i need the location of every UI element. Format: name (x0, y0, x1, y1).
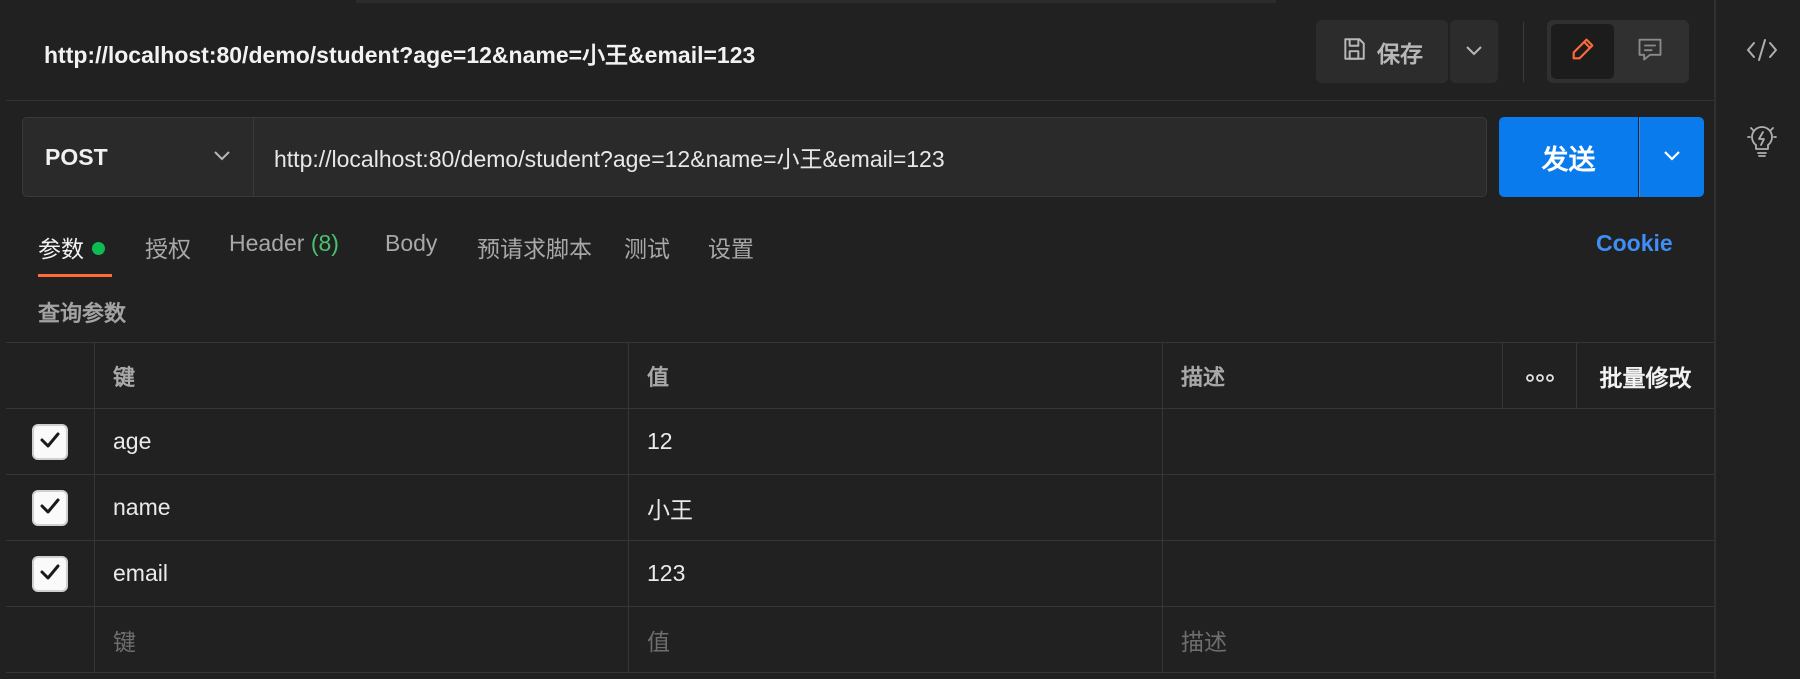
param-value[interactable]: 123 (629, 541, 1163, 606)
column-header-key: 键 (95, 343, 629, 408)
tab-header-label: Header (229, 230, 305, 256)
header-check-cell (6, 343, 95, 408)
tab-params-label: 参数 (38, 236, 84, 262)
chevron-down-icon (1663, 148, 1681, 166)
cookie-link[interactable]: Cookie (1596, 230, 1673, 257)
params-table: 键 值 描述 批量修改 age 12 name 小王 email 123 键 值… (6, 342, 1714, 673)
column-header-value: 值 (629, 343, 1163, 408)
app: http://localhost:80/demo/student?age=12&… (0, 0, 1800, 679)
table-row: name 小王 (6, 475, 1714, 541)
table-row: age 12 (6, 409, 1714, 475)
param-value[interactable]: 小王 (629, 475, 1163, 540)
tab-auth[interactable]: 授权 (145, 230, 191, 264)
chevron-down-icon (213, 148, 231, 166)
column-header-description: 描述 (1163, 343, 1503, 408)
new-value-input[interactable]: 值 (629, 607, 1163, 672)
tab-settings[interactable]: 设置 (708, 230, 754, 264)
active-tab-indicator (38, 274, 112, 277)
right-sidebar (1714, 0, 1800, 679)
row-checkbox[interactable] (32, 423, 68, 460)
param-key[interactable]: age (95, 409, 629, 474)
row-checkbox[interactable] (32, 555, 68, 592)
method-select[interactable]: POST (22, 117, 254, 197)
save-label: 保存 (1377, 40, 1423, 67)
send-options-button[interactable] (1639, 117, 1704, 197)
param-key[interactable]: name (95, 475, 629, 540)
new-param-row: 键 值 描述 (6, 607, 1714, 673)
comment-icon (1636, 35, 1664, 68)
pencil-icon (1569, 35, 1597, 68)
row-check-cell (6, 541, 95, 606)
save-icon (1341, 36, 1367, 68)
toolbar-divider (1523, 22, 1524, 82)
code-icon (1745, 37, 1779, 68)
table-header-row: 键 值 描述 批量修改 (6, 343, 1714, 409)
request-title[interactable]: http://localhost:80/demo/student?age=12&… (44, 36, 755, 70)
param-description[interactable] (1163, 541, 1714, 606)
view-mode-toggle (1547, 20, 1689, 83)
query-params-heading: 查询参数 (38, 301, 127, 326)
send-button[interactable]: 发送 (1499, 117, 1638, 197)
table-row: email 123 (6, 541, 1714, 607)
tab-tests[interactable]: 测试 (624, 230, 670, 264)
new-key-input[interactable]: 键 (95, 607, 629, 672)
param-key[interactable]: email (95, 541, 629, 606)
more-options-button[interactable] (1503, 343, 1577, 408)
param-description[interactable] (1163, 475, 1714, 540)
check-icon (39, 560, 61, 587)
check-icon (39, 428, 61, 455)
row-check-cell (6, 475, 95, 540)
lightbulb-icon (1746, 123, 1778, 164)
tab-header[interactable]: Header (8) (229, 230, 339, 257)
request-title-bar: http://localhost:80/demo/student?age=12&… (6, 0, 1714, 101)
more-icon (1525, 363, 1554, 389)
params-active-dot (92, 242, 105, 255)
row-check-cell (6, 607, 95, 672)
header-count-badge: (8) (310, 230, 339, 256)
url-input[interactable] (254, 117, 1487, 197)
save-options-button[interactable] (1450, 20, 1498, 83)
row-check-cell (6, 409, 95, 474)
bulk-edit-button[interactable]: 批量修改 (1577, 343, 1714, 408)
new-description-input[interactable]: 描述 (1163, 607, 1714, 672)
edit-mode-button[interactable] (1551, 24, 1614, 79)
request-pane: http://localhost:80/demo/student?age=12&… (6, 0, 1714, 679)
code-snippet-button[interactable] (1744, 34, 1780, 70)
method-value: POST (45, 143, 108, 170)
param-description[interactable] (1163, 409, 1714, 474)
param-value[interactable]: 12 (629, 409, 1163, 474)
row-checkbox[interactable] (32, 489, 68, 526)
save-button[interactable]: 保存 (1316, 20, 1448, 83)
comment-mode-button[interactable] (1618, 24, 1681, 79)
insights-button[interactable] (1744, 125, 1780, 161)
tab-body[interactable]: Body (385, 230, 437, 257)
tab-params[interactable]: 参数 (38, 230, 105, 264)
check-icon (39, 494, 61, 521)
chevron-down-icon (1465, 43, 1483, 61)
tab-prerequest-script[interactable]: 预请求脚本 (477, 230, 592, 264)
request-tabs: 参数 授权 Header (8) Body 预请求脚本 测试 设置 Cookie (6, 220, 1714, 280)
